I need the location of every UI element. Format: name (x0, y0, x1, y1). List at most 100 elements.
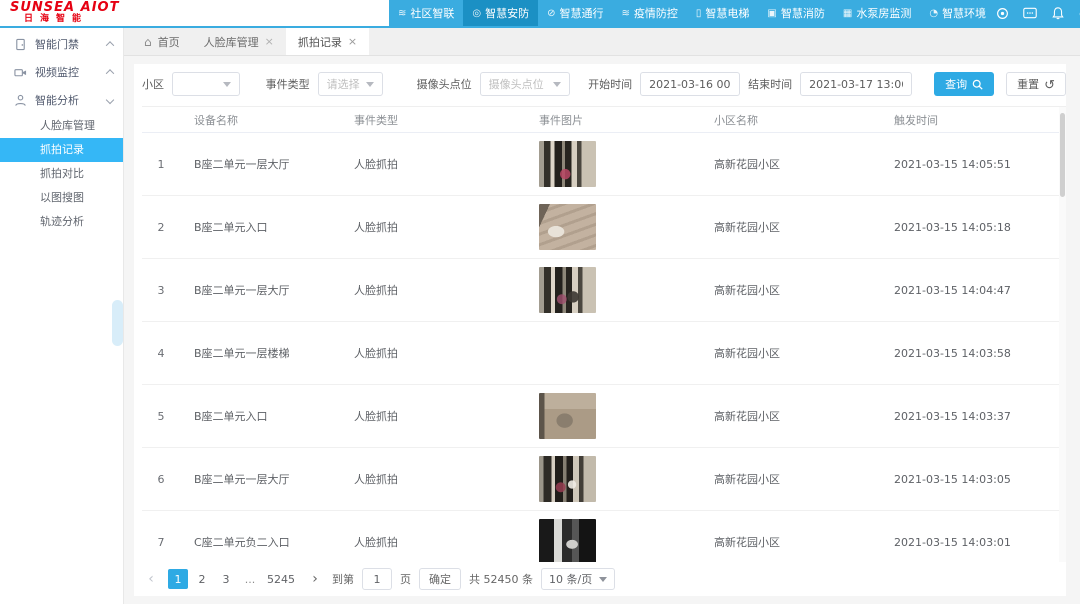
sidebar-group-label: 视频监控 (35, 64, 107, 80)
brand-subname: 日海智能 (10, 14, 240, 25)
column-header-time: 触发时间 (880, 112, 1066, 128)
sidebar: 智能门禁 视频监控 智能分析 人脸库管理 (0, 28, 124, 604)
community-select[interactable] (172, 72, 240, 96)
sidebar-submenu-item[interactable]: 轨迹分析 (0, 210, 123, 234)
bell-icon[interactable] (1051, 6, 1065, 20)
table-row[interactable]: 2 B座二单元入口 人脸抓拍 高新花园小区 2021-03-15 14:05:1… (142, 196, 1066, 259)
page-number-button[interactable]: 3 (216, 569, 236, 589)
column-header-device: 设备名称 (180, 112, 340, 128)
capture-thumbnail[interactable] (539, 519, 596, 562)
page-number-label: 3 (223, 573, 230, 586)
community-name-cell: 高新花园小区 (700, 534, 880, 550)
topnav-item[interactable]: ◔ 智慧环境 (920, 0, 995, 26)
camera-filter-label: 摄像头点位 (417, 76, 472, 92)
device-name-cell: B座二单元一层楼梯 (180, 345, 340, 361)
home-icon: ⌂ (144, 35, 152, 49)
page-number-label: 2 (199, 573, 206, 586)
event-image-cell (525, 519, 700, 562)
topbar-right-cluster: gxhyxqadmin (995, 0, 1080, 26)
jump-to-label: 到第 (332, 571, 354, 587)
topnav-item-icon: ≋ (398, 8, 406, 19)
page-number-button[interactable]: 5245 (264, 569, 298, 589)
page-number-button[interactable]: 2 (192, 569, 212, 589)
table-row[interactable]: 1 B座二单元一层大厅 人脸抓拍 高新花园小区 2021-03-15 14:05… (142, 133, 1066, 196)
tabbar: ⌂ 首页 人脸库管理 × 抓拍记录 × (124, 28, 1080, 56)
query-button[interactable]: 查询 (934, 72, 994, 96)
community-name-cell: 高新花园小区 (700, 156, 880, 172)
topnav-item-label: 智慧环境 (942, 5, 986, 21)
end-time-input[interactable] (800, 72, 912, 96)
event-type-select-value: 请选择 (327, 76, 360, 92)
sidebar-submenu-item[interactable]: 抓拍记录 (0, 138, 123, 162)
start-time-input[interactable] (640, 72, 740, 96)
capture-thumbnail[interactable] (539, 141, 596, 187)
page-size-select[interactable]: 10 条/页 (541, 568, 615, 590)
start-time-label: 开始时间 (588, 76, 632, 92)
chevron-up-icon (106, 69, 114, 77)
prev-page-icon[interactable]: ‹ (142, 569, 160, 589)
capture-thumbnail[interactable] (539, 330, 596, 376)
sidebar-group-video-monitor[interactable]: 视频监控 (0, 58, 123, 86)
topnav-item[interactable]: ≋ 社区智联 (389, 0, 463, 26)
jump-page-input[interactable] (362, 568, 392, 590)
row-index: 4 (142, 347, 180, 360)
capture-thumbnail[interactable] (539, 204, 596, 250)
capture-records-table: 设备名称 事件类型 事件图片 小区名称 触发时间 1 B座二单元一层大厅 人脸抓… (142, 106, 1066, 562)
row-index: 3 (142, 284, 180, 297)
capture-thumbnail[interactable] (539, 456, 596, 502)
sidebar-submenu-item[interactable]: 抓拍对比 (0, 162, 123, 186)
table-scrollbar[interactable] (1059, 107, 1066, 562)
reset-button[interactable]: 重置 ↺ (1006, 72, 1066, 96)
tab-home[interactable]: ⌂ 首页 (132, 28, 192, 55)
message-card-icon[interactable] (1023, 6, 1037, 20)
tab-capture-records[interactable]: 抓拍记录 × (286, 28, 369, 55)
topnav-item[interactable]: ▦ 水泵房监测 (834, 0, 920, 26)
sidebar-group-door-access[interactable]: 智能门禁 (0, 30, 123, 58)
table-row[interactable]: 3 B座二单元一层大厅 人脸抓拍 高新花园小区 2021-03-15 14:04… (142, 259, 1066, 322)
settings-icon[interactable] (995, 6, 1009, 20)
table-row[interactable]: 7 C座二单元负二入口 人脸抓拍 高新花园小区 2021-03-15 14:03… (142, 511, 1066, 562)
device-name-cell: B座二单元一层大厅 (180, 156, 340, 172)
topnav-item-icon: ≋ (622, 8, 630, 19)
table-row[interactable]: 5 B座二单元入口 人脸抓拍 高新花园小区 2021-03-15 14:03:3… (142, 385, 1066, 448)
jump-unit-label: 页 (400, 571, 411, 587)
sidebar-group-smart-analysis[interactable]: 智能分析 (0, 86, 123, 114)
community-filter-label: 小区 (142, 76, 164, 92)
sidebar-submenu-item[interactable]: 人脸库管理 (0, 114, 123, 138)
close-icon[interactable]: × (265, 35, 274, 48)
camera-icon (14, 66, 27, 79)
topnav-item-icon: ◎ (472, 8, 481, 19)
camera-select[interactable]: 摄像头点位 (480, 72, 570, 96)
topnav-item-label: 水泵房监测 (856, 5, 911, 21)
topnav-item-label: 智慧消防 (781, 5, 825, 21)
sidebar-submenu-item[interactable]: 以图搜图 (0, 186, 123, 210)
topnav-item[interactable]: ▯ 智慧电梯 (687, 0, 759, 26)
table-row[interactable]: 4 B座二单元一层楼梯 人脸抓拍 高新花园小区 2021-03-15 14:03… (142, 322, 1066, 385)
confirm-button[interactable]: 确定 (419, 568, 461, 590)
app-root: SUNSEA AIOT 日海智能 ≋ 社区智联 ◎ 智慧安防 ⊘ 智慧通行 (0, 0, 1080, 604)
capture-thumbnail[interactable] (539, 393, 596, 439)
topnav-item-icon: ▦ (843, 8, 852, 19)
tab-face-library[interactable]: 人脸库管理 × (192, 28, 286, 55)
page-number-button[interactable]: ... (240, 569, 260, 589)
sidebar-collapse-handle[interactable] (112, 300, 123, 346)
device-name-cell: B座二单元一层大厅 (180, 282, 340, 298)
next-page-icon[interactable]: › (306, 569, 324, 589)
page-number-label: 5245 (267, 573, 295, 586)
chevron-down-icon (599, 577, 607, 582)
topnav-item-label: 智慧安防 (485, 5, 529, 21)
topnav-item[interactable]: ▣ 智慧消防 (758, 0, 833, 26)
topnav-item[interactable]: ◎ 智慧安防 (463, 0, 538, 26)
topnav-item[interactable]: ⊘ 智慧通行 (538, 0, 612, 26)
pagination-bar: ‹ 1 2 (134, 562, 1066, 596)
event-image-cell (525, 267, 700, 313)
table-row[interactable]: 6 B座二单元一层大厅 人脸抓拍 高新花园小区 2021-03-15 14:03… (142, 448, 1066, 511)
scrollbar-thumb[interactable] (1060, 113, 1065, 197)
event-type-select[interactable]: 请选择 (318, 72, 383, 96)
tab-label: 人脸库管理 (204, 34, 259, 50)
topnav-item[interactable]: ≋ 疫情防控 (613, 0, 687, 26)
close-icon[interactable]: × (348, 35, 357, 48)
page-number-button[interactable]: 1 (168, 569, 188, 589)
event-type-cell: 人脸抓拍 (340, 534, 525, 550)
capture-thumbnail[interactable] (539, 267, 596, 313)
